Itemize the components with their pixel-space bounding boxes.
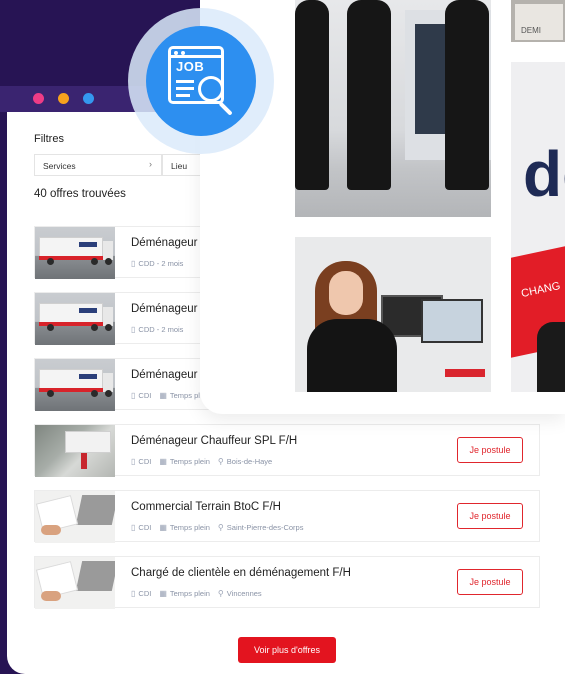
truck-photo	[35, 293, 115, 345]
job-contract: CDD - 2 mois	[138, 325, 184, 334]
desk-photo	[35, 557, 115, 609]
job-title[interactable]: Commercial Terrain BtoC F/H	[131, 501, 281, 513]
desk-photo	[35, 491, 115, 543]
lieu-select-label: Lieu	[171, 161, 188, 171]
window-dot-blue	[83, 93, 94, 104]
street-photo	[35, 425, 115, 477]
job-meta: ▯ CDD - 2 mois	[131, 325, 183, 334]
job-location: Saint-Pierre-des-Corps	[226, 523, 304, 532]
truck-photo	[35, 359, 115, 411]
job-contract: CDI	[138, 391, 152, 400]
document-icon: ▯	[131, 391, 136, 400]
job-time: Temps pl	[169, 391, 200, 400]
job-title[interactable]: Déménageur Chauffeur SPL F/H	[131, 435, 297, 447]
sign-text: DEMI	[521, 26, 541, 35]
apply-button[interactable]: Je postule	[457, 503, 523, 529]
job-title[interactable]: Chargé de clientèle en déménagement F/H	[131, 567, 351, 579]
job-contract: CDI	[138, 523, 152, 532]
brand-banner-photo: de CHANG	[511, 62, 565, 392]
apply-button[interactable]: Je postule	[457, 569, 523, 595]
job-title[interactable]: Déménageur F	[131, 369, 208, 381]
services-filter-select[interactable]: Services ›	[34, 154, 162, 176]
apply-button[interactable]: Je postule	[457, 437, 523, 463]
location-pin-icon: ⚲	[217, 589, 224, 598]
banner-big-text: de	[523, 138, 565, 210]
job-meta: ▯ CDD - 2 mois	[131, 259, 183, 268]
job-title[interactable]: Déménageur F	[131, 303, 208, 315]
magnifier-icon	[198, 76, 224, 102]
job-location: Bois-de-Haye	[226, 457, 273, 466]
job-location: Vincennes	[226, 589, 262, 598]
document-icon: ▯	[131, 457, 136, 466]
job-time: Temps plein	[169, 523, 210, 532]
document-icon: ▯	[131, 589, 136, 598]
results-count: 40 offres trouvées	[34, 188, 126, 200]
job-contract: CDD - 2 mois	[138, 259, 184, 268]
job-contract: CDI	[138, 457, 152, 466]
calendar-icon: ▦	[159, 391, 167, 400]
job-meta: ▯ CDI ▦ Temps plein ⚲ Saint-Pierre-des-Corp…	[131, 523, 303, 532]
job-meta: ▯ CDI ▦ Temps plein ⚲ Vincennes	[131, 589, 262, 598]
chevron-right-icon: ›	[149, 159, 152, 169]
calendar-icon: ▦	[159, 589, 167, 598]
calendar-icon: ▦	[159, 523, 167, 532]
location-pin-icon: ⚲	[217, 457, 224, 466]
job-meta: ▯ CDI ▦ Temps pl	[131, 391, 200, 400]
window-dot-pink	[33, 93, 44, 104]
job-row[interactable]: Chargé de clientèle en déménagement F/H …	[34, 556, 540, 609]
job-contract: CDI	[138, 589, 152, 598]
job-row[interactable]: Déménageur Chauffeur SPL F/H ▯ CDI ▦ Temps…	[34, 424, 540, 477]
window-dot-orange	[58, 93, 69, 104]
document-icon: ▯	[131, 523, 136, 532]
job-badge-label: JOB	[176, 59, 205, 74]
office-worker-photo	[295, 237, 491, 392]
job-time: Temps plein	[169, 589, 210, 598]
job-title[interactable]: Déménageur F	[131, 237, 208, 249]
calendar-icon: ▦	[159, 457, 167, 466]
location-pin-icon: ⚲	[217, 523, 224, 532]
see-more-offers-button[interactable]: Voir plus d'offres	[238, 637, 336, 663]
filters-title: Filtres	[34, 133, 64, 145]
services-select-label: Services	[43, 161, 76, 171]
company-sign-photo: DEMI	[511, 0, 565, 42]
document-icon: ▯	[131, 325, 136, 334]
job-meta: ▯ CDI ▦ Temps plein ⚲ Bois-de-Haye	[131, 457, 272, 466]
document-icon: ▯	[131, 259, 136, 268]
team-photo	[295, 0, 491, 217]
job-row[interactable]: Commercial Terrain BtoC F/H ▯ CDI ▦ Temps …	[34, 490, 540, 543]
job-time: Temps plein	[169, 457, 210, 466]
truck-photo	[35, 227, 115, 279]
